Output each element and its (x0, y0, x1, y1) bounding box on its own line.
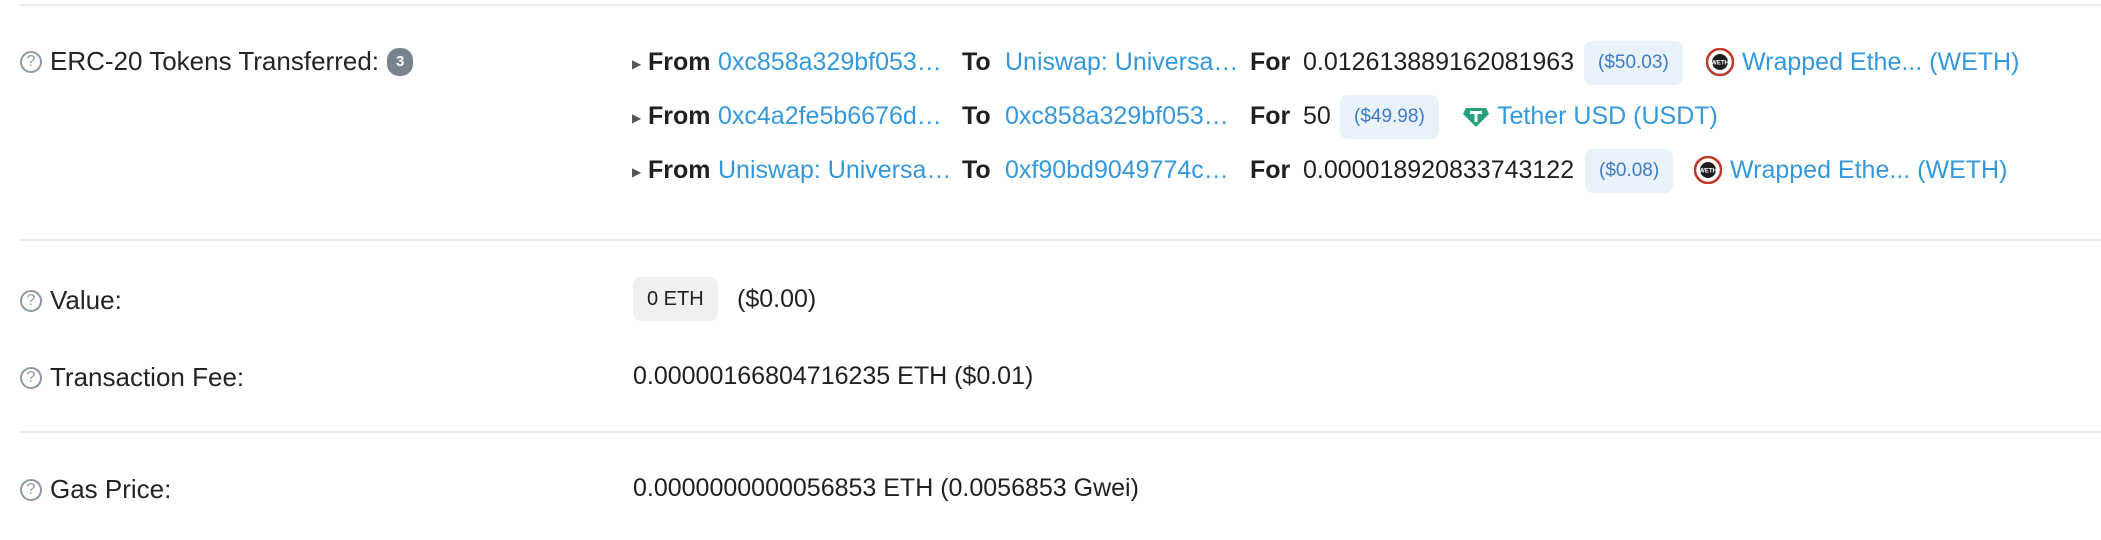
for-keyword: For (1250, 156, 1291, 184)
from-address-link[interactable]: 0xc4a2fe5b6676d… (718, 102, 942, 131)
svg-text:WETH: WETH (1711, 61, 1729, 67)
weth-icon: WETH (1694, 156, 1722, 184)
gas-price-label: ? Gas Price: (20, 474, 171, 505)
usdt-icon (1463, 108, 1489, 127)
tokens-transferred-text: ERC-20 Tokens Transferred: (50, 46, 379, 76)
value-label: ? Value: (20, 285, 122, 316)
help-icon[interactable]: ? (20, 366, 42, 389)
expand-caret-icon[interactable]: ▶ (632, 111, 641, 125)
transaction-fee-value: 0.00000166804716235 ETH ($0.01) (633, 362, 1034, 390)
to-address-link[interactable]: 0xc858a329bf053… (1005, 102, 1229, 131)
to-address-link[interactable]: Uniswap: Universa… (1005, 48, 1238, 77)
gas-price-label-text: Gas Price: (50, 474, 172, 504)
transaction-fee-label-text: Transaction Fee: (50, 362, 245, 392)
token-amount: 0.012613889162081963 (1303, 48, 1575, 76)
token-name-link[interactable]: Wrapped Ethe... (WETH) (1730, 156, 2007, 185)
token-amount: 50 (1303, 102, 1331, 130)
section-divider (20, 431, 2101, 433)
from-address-link[interactable]: 0xc858a329bf053… (718, 48, 942, 77)
from-address-link[interactable]: Uniswap: Universa… (718, 156, 951, 185)
expand-caret-icon[interactable]: ▶ (632, 165, 641, 179)
from-keyword: From (648, 102, 711, 130)
from-keyword: From (648, 156, 711, 184)
transfer-count-badge: 3 (387, 47, 414, 76)
to-keyword: To (962, 48, 991, 76)
help-icon[interactable]: ? (20, 289, 42, 312)
section-divider (20, 239, 2101, 241)
expand-caret-icon[interactable]: ▶ (632, 57, 641, 71)
for-keyword: For (1250, 48, 1291, 76)
token-name-link[interactable]: Wrapped Ethe... (WETH) (1742, 48, 2019, 77)
token-amount: 0.000018920833743122 (1303, 156, 1575, 184)
to-keyword: To (962, 156, 991, 184)
gas-price-value: 0.0000000000056853 ETH (0.0056853 Gwei) (633, 474, 1139, 502)
value-usd: ($0.00) (737, 285, 817, 313)
svg-text:WETH: WETH (1699, 169, 1717, 175)
to-keyword: To (962, 102, 991, 130)
top-divider (20, 4, 2101, 6)
transaction-fee-label: ? Transaction Fee: (20, 362, 244, 393)
from-keyword: From (648, 48, 711, 76)
for-keyword: For (1250, 102, 1291, 130)
usd-value-badge: ($0.08) (1585, 149, 1674, 193)
weth-icon: WETH (1706, 48, 1734, 76)
help-icon[interactable]: ? (20, 50, 42, 73)
usd-value-badge: ($49.98) (1340, 95, 1439, 139)
eth-value-badge: 0 ETH (633, 277, 718, 321)
help-icon[interactable]: ? (20, 478, 42, 501)
tokens-transferred-label: ? ERC-20 Tokens Transferred: 3 (20, 46, 414, 77)
value-label-text: Value: (50, 285, 122, 315)
token-name-link[interactable]: Tether USD (USDT) (1497, 102, 1718, 131)
usd-value-badge: ($50.03) (1584, 41, 1683, 85)
to-address-link[interactable]: 0xf90bd9049774c… (1005, 156, 1229, 185)
